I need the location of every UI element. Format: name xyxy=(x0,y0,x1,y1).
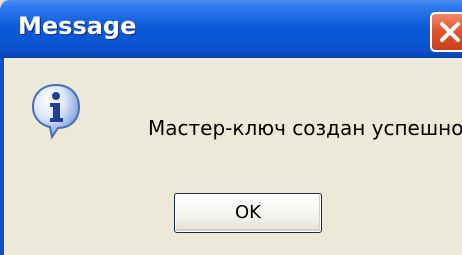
info-icon xyxy=(31,83,81,140)
ok-button[interactable]: OK xyxy=(174,193,322,233)
title-bar[interactable]: Message xyxy=(0,0,462,58)
message-dialog: Message Мастер-ключ создан успешно! OK xyxy=(0,0,462,255)
close-button[interactable] xyxy=(430,12,462,52)
message-text: Мастер-ключ создан успешно! xyxy=(148,116,462,140)
close-icon xyxy=(440,22,460,42)
dialog-title: Message xyxy=(18,12,137,40)
